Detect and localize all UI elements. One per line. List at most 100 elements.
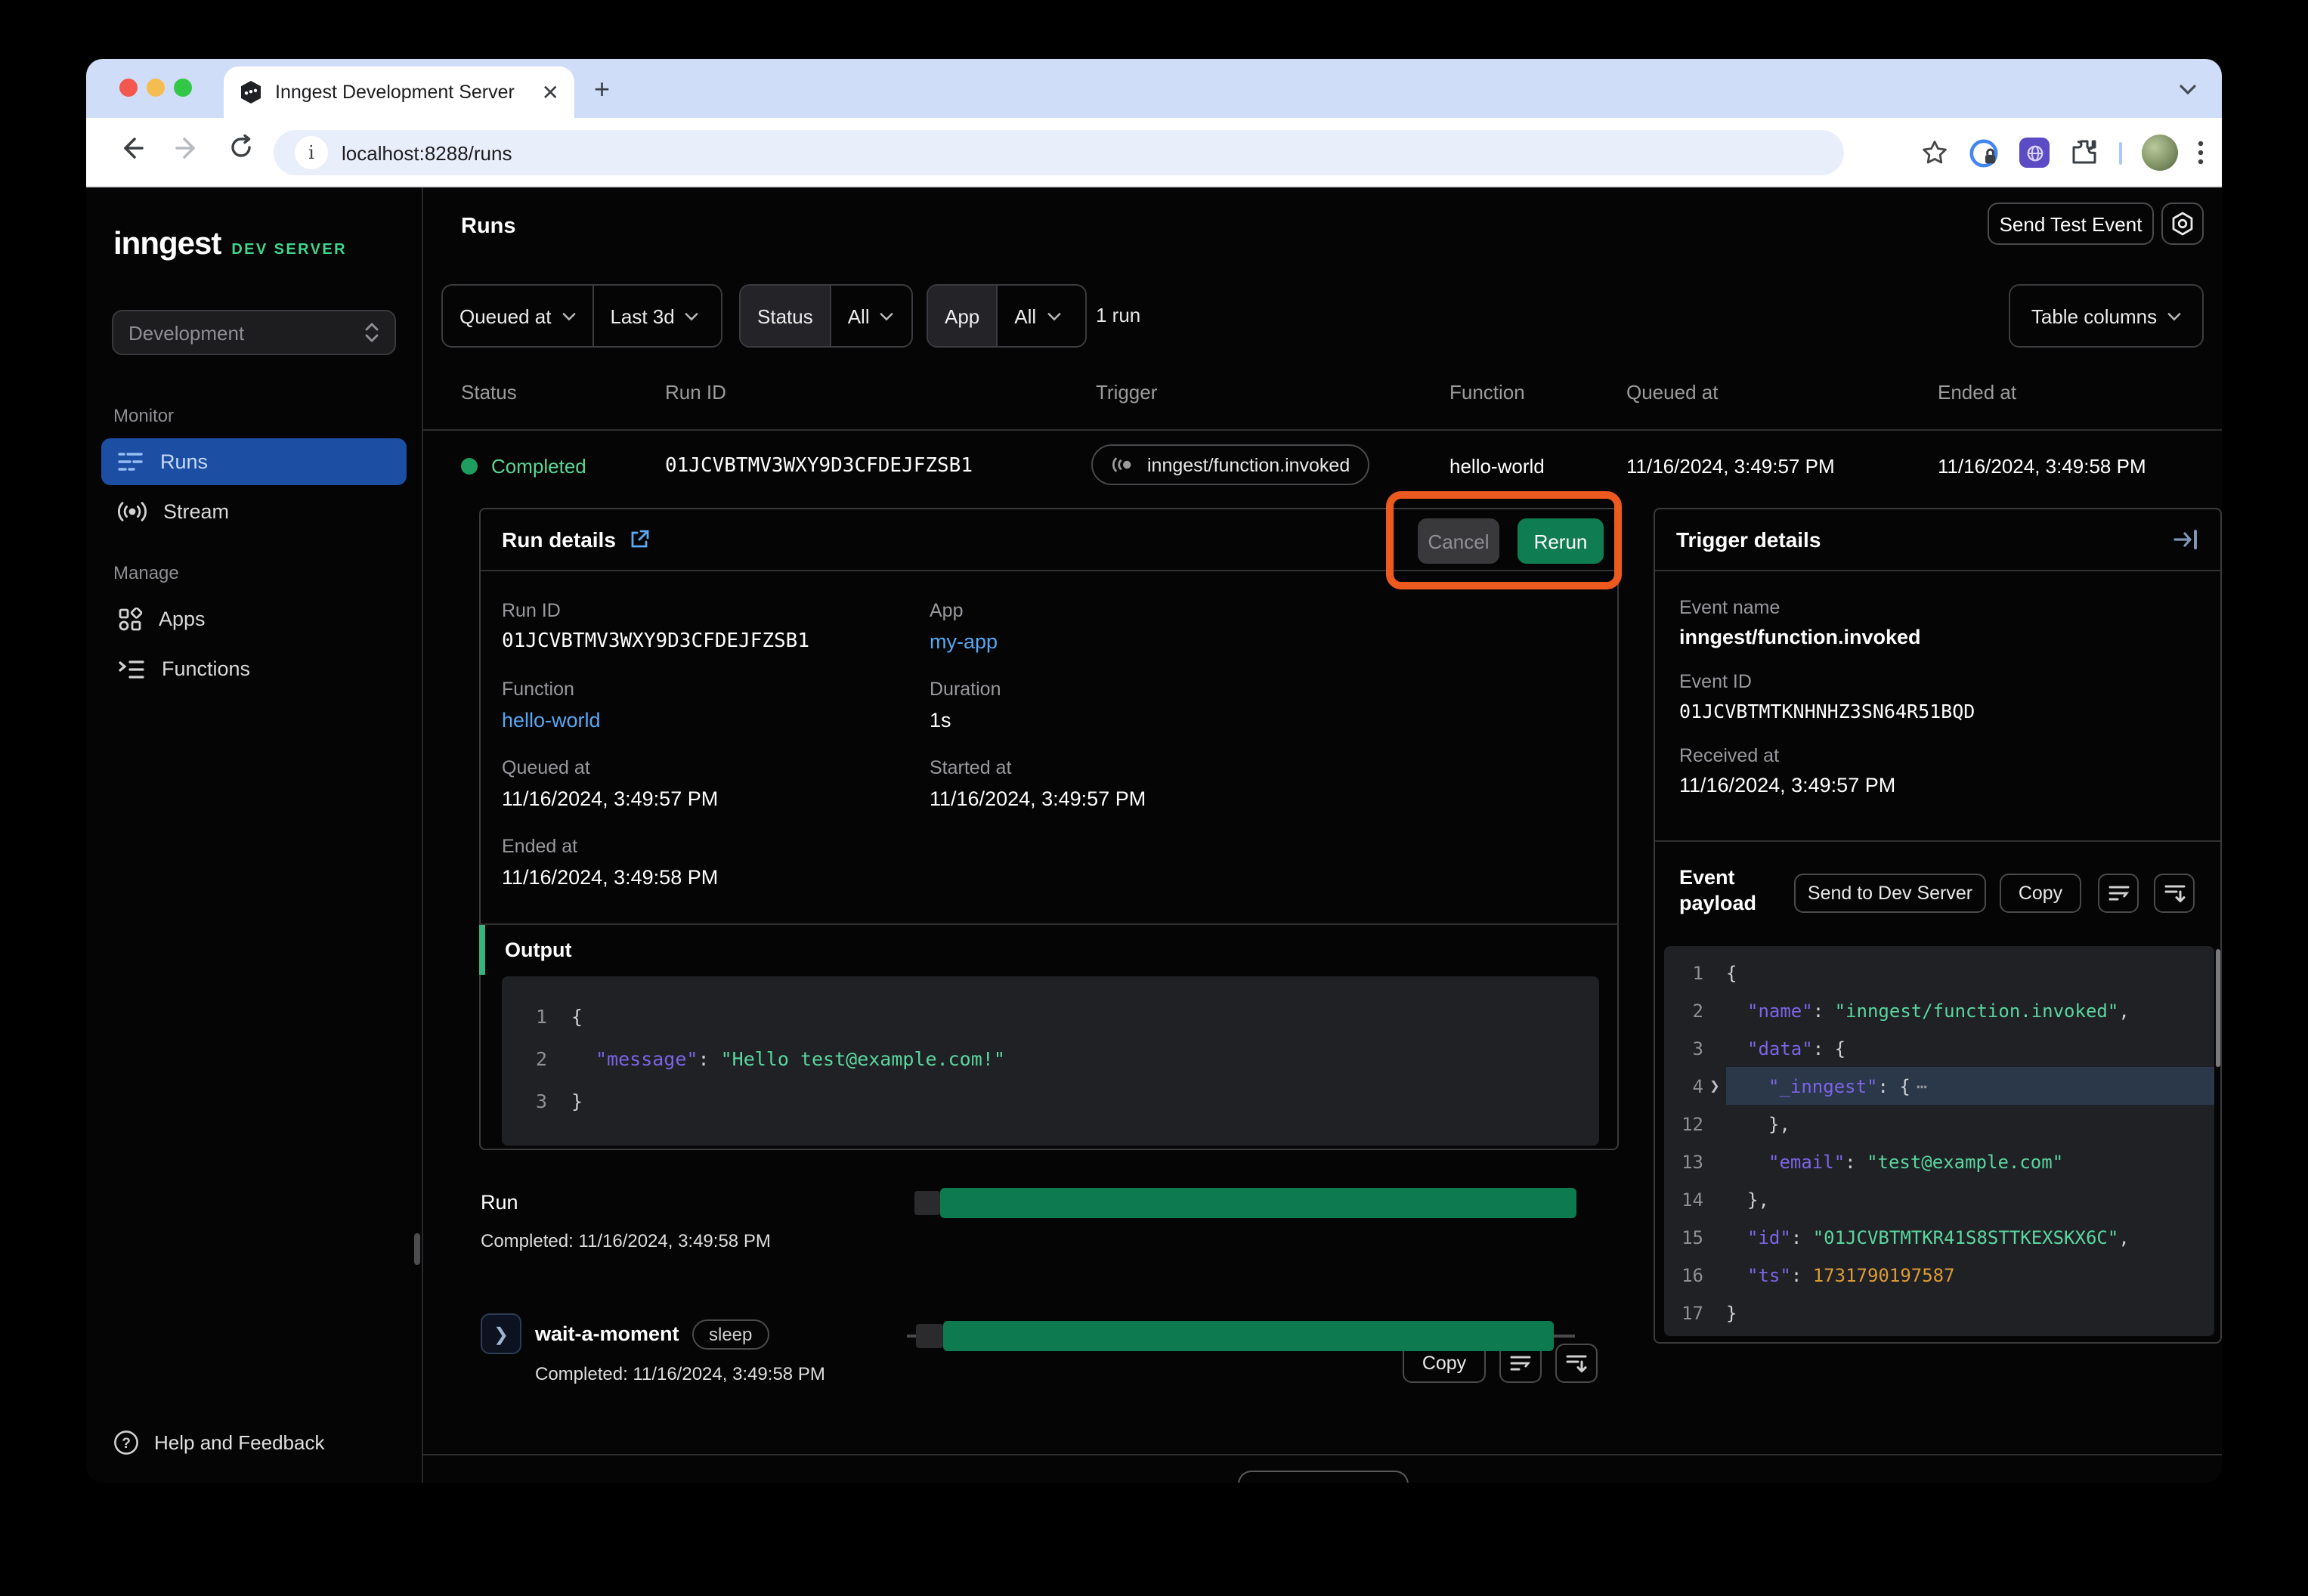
column-header-queued-at: Queued at <box>1626 381 1718 404</box>
sidebar-item-help[interactable]: ? Help and Feedback <box>113 1430 325 1455</box>
field-event-id: Event ID 01JCVBTMTKNHNHZ3SN64R51BQD <box>1679 671 1975 722</box>
token: }, <box>1747 1189 1769 1210</box>
send-to-dev-server-button[interactable]: Send to Dev Server <box>1794 874 1986 913</box>
minimize-window-button[interactable] <box>147 79 165 97</box>
tab-strip: Inngest Development Server ✕ + <box>86 59 2222 118</box>
app-filter-select[interactable]: All <box>996 286 1077 346</box>
sidebar-item-runs[interactable]: Runs <box>101 438 407 485</box>
timeline-step-label: wait-a-moment <box>535 1322 679 1345</box>
time-filter[interactable]: Queued at Last 3d <box>441 284 722 348</box>
line-number: 1 <box>502 1004 547 1027</box>
zoom-window-button[interactable] <box>174 79 192 97</box>
collapse-panel-icon[interactable] <box>2173 529 2199 550</box>
time-field-select[interactable]: Queued at <box>443 286 592 346</box>
annotation-highlight-box <box>1386 491 1622 589</box>
sidebar-item-stream[interactable]: Stream <box>101 488 407 535</box>
column-header-ended-at: Ended at <box>1938 381 2016 404</box>
address-bar[interactable]: i localhost:8288/runs <box>274 130 1844 175</box>
sidebar-item-apps[interactable]: Apps <box>101 595 407 642</box>
line-number: 4 <box>1664 1075 1703 1096</box>
status-filter[interactable]: Status All <box>739 284 913 348</box>
extensions-puzzle-icon[interactable] <box>2069 138 2099 168</box>
token: : { <box>1878 1075 1910 1096</box>
sidebar-item-functions[interactable]: Functions <box>101 645 407 692</box>
code-line-2: 2"name": "inngest/function.invoked", <box>1664 991 2214 1029</box>
field-value: 01JCVBTMTKNHNHZ3SN64R51BQD <box>1679 700 1975 722</box>
tab-close-icon[interactable]: ✕ <box>542 82 559 103</box>
field-label: Queued at <box>502 757 930 778</box>
site-info-icon[interactable]: i <box>295 136 328 169</box>
status-dot-completed <box>461 458 478 475</box>
bookmark-star-icon[interactable] <box>1921 139 1948 166</box>
token: "message" <box>596 1047 698 1069</box>
trigger-pill[interactable]: inngest/function.invoked <box>1091 444 1369 485</box>
scrollbar-thumb[interactable] <box>414 1233 420 1265</box>
payload-scrollbar-thumb[interactable] <box>2216 949 2220 1067</box>
toolbar-right-cluster <box>1921 118 2204 187</box>
leader-line <box>907 1335 916 1338</box>
timeline-run-bar[interactable] <box>914 1188 1576 1218</box>
field-value: 11/16/2024, 3:49:57 PM <box>1679 774 1975 796</box>
profile-avatar[interactable] <box>2142 135 2178 171</box>
tab-search-chevron-icon[interactable] <box>2170 73 2204 106</box>
forward-icon[interactable] <box>174 135 201 162</box>
chevron-down-icon <box>685 309 699 323</box>
copy-payload-button[interactable]: Copy <box>2000 874 2081 913</box>
queue-segment <box>914 1191 940 1215</box>
app-filter[interactable]: App All <box>927 284 1087 348</box>
code-content: "_inngest": {⋯ <box>1726 1067 2214 1105</box>
field-value[interactable]: hello-world <box>502 709 930 732</box>
back-icon[interactable] <box>118 135 145 162</box>
partial-button[interactable] <box>1238 1471 1409 1483</box>
timeline-step-bar[interactable] <box>907 1321 1575 1351</box>
time-range-select[interactable]: Last 3d <box>592 286 715 346</box>
page-title: Runs <box>461 215 516 239</box>
password-extension-icon[interactable] <box>1968 137 2000 169</box>
browser-tab[interactable]: Inngest Development Server ✕ <box>224 66 574 118</box>
expand-step-button[interactable]: ❯ <box>481 1313 521 1354</box>
send-test-event-button[interactable]: Send Test Event <box>1988 203 2154 245</box>
new-tab-button[interactable]: + <box>594 76 610 103</box>
settings-gear-button[interactable] <box>2161 203 2204 245</box>
output-code-block[interactable]: 1{2"message": "Hello test@example.com!"3… <box>502 976 1599 1146</box>
status-filter-select[interactable]: All <box>830 286 911 346</box>
extension-icon[interactable] <box>2019 138 2050 168</box>
code-line-17: 17} <box>1664 1294 2214 1332</box>
token: : <box>1791 1264 1813 1285</box>
event-payload-code-block[interactable]: 1{2"name": "inngest/function.invoked",3"… <box>1664 946 2214 1336</box>
step-type-badge: sleep <box>692 1319 769 1350</box>
expand-chevron-icon[interactable]: ❯ <box>1703 1076 1726 1096</box>
field-run-id: Run ID01JCVBTMV3WXY9D3CFDEJFZSB1 <box>502 600 930 653</box>
main-content: Runs Send Test Event Queued at Last 3d <box>423 187 2222 1483</box>
environment-selector[interactable]: Development <box>112 310 396 355</box>
field-value: 11/16/2024, 3:49:57 PM <box>930 787 1599 810</box>
output-accent-bar <box>479 925 485 975</box>
token: : <box>698 1047 720 1069</box>
field-label: Ended at <box>502 836 930 857</box>
close-window-button[interactable] <box>119 79 138 97</box>
svg-text:?: ? <box>122 1436 131 1452</box>
field-value: 11/16/2024, 3:49:58 PM <box>502 866 930 889</box>
screenshot-stage: Inngest Development Server ✕ + i localho… <box>0 0 2308 1596</box>
wrap-text-button[interactable] <box>2098 874 2139 913</box>
code-line-4[interactable]: 4❯"_inngest": {⋯ <box>1664 1067 2214 1105</box>
wrap-text-icon <box>2108 884 2129 902</box>
reload-icon[interactable] <box>228 135 254 160</box>
sidebar-item-label: Runs <box>160 450 208 473</box>
code-line-3: 3} <box>502 1079 1599 1121</box>
browser-menu-kebab-icon[interactable] <box>2198 141 2204 165</box>
run-count: 1 run <box>1096 304 1140 326</box>
table-columns-button[interactable]: Table columns <box>2009 284 2204 348</box>
external-link-icon[interactable] <box>630 529 651 550</box>
field-label: Event ID <box>1679 671 1975 692</box>
stream-icon <box>118 500 147 523</box>
code-line-14: 14}, <box>1664 1180 2214 1218</box>
field-label: Started at <box>930 757 1599 778</box>
scroll-to-bottom-button[interactable] <box>2154 874 2195 913</box>
line-number: 15 <box>1664 1226 1703 1248</box>
chevron-down-icon <box>562 309 575 323</box>
field-label: Function <box>502 679 930 700</box>
token: { <box>1726 962 1737 983</box>
field-value[interactable]: my-app <box>930 630 1599 653</box>
code-line-1: 1{ <box>1664 954 2214 991</box>
